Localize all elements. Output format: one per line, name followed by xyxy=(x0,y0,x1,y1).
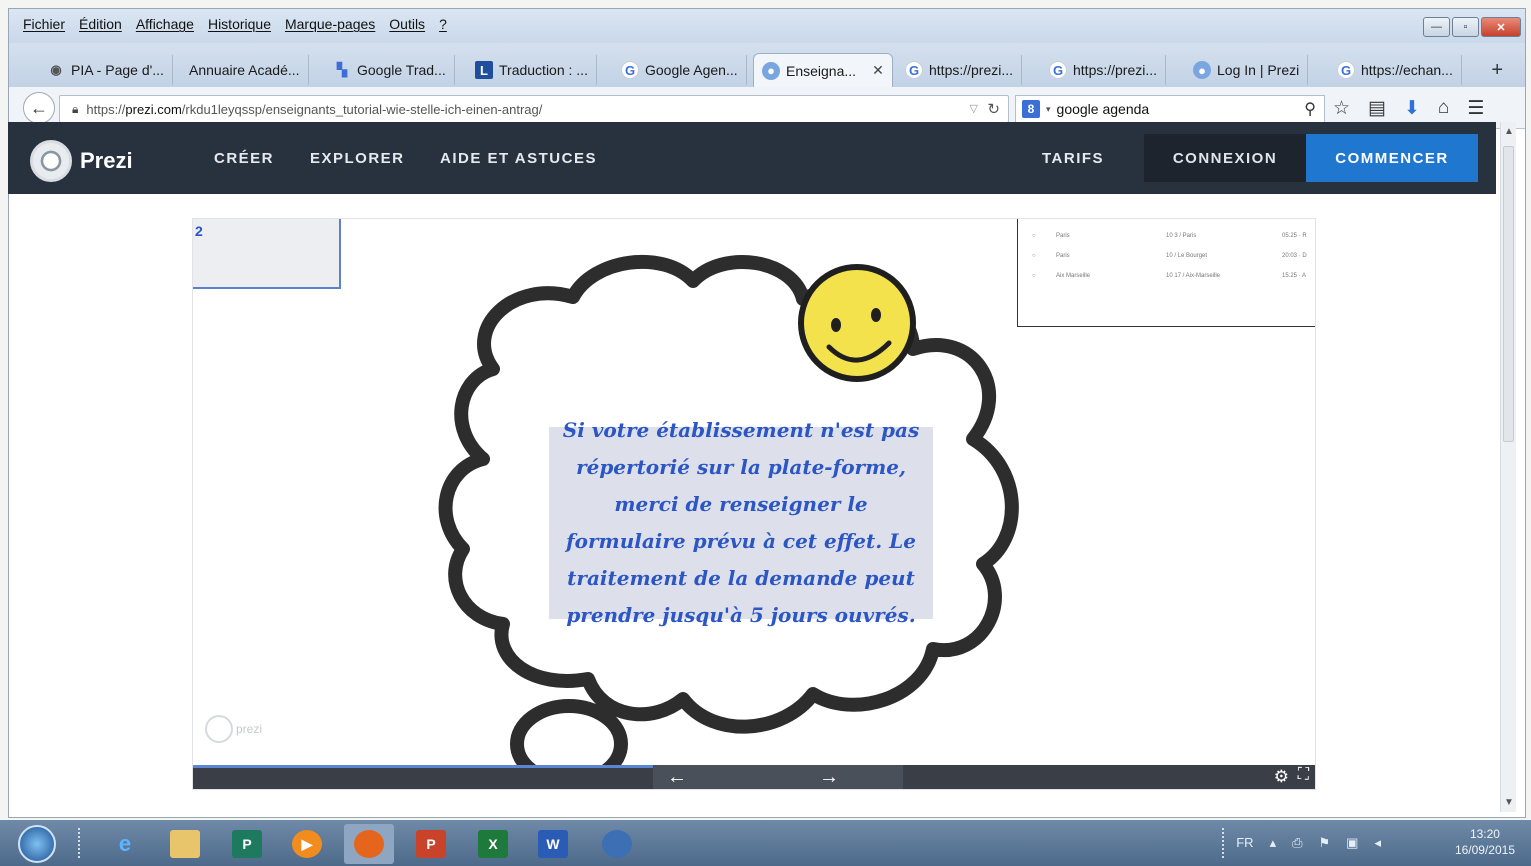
scroll-up-icon[interactable]: ▲ xyxy=(1504,126,1514,137)
presentation-controls: ← → ⚙ ⛶ xyxy=(193,765,1315,789)
start-button[interactable] xyxy=(18,825,56,863)
close-tab-icon[interactable]: ✕ xyxy=(872,62,884,79)
google-icon: G xyxy=(1337,61,1355,79)
connexion-button[interactable]: CONNEXION xyxy=(1144,134,1306,182)
translate-icon: ▚ xyxy=(337,62,347,77)
url-prefix: https:// xyxy=(86,101,126,117)
taskbar-ie-icon[interactable]: e xyxy=(100,824,150,864)
next-step-button[interactable]: → xyxy=(819,766,839,789)
home-icon[interactable]: ⌂ xyxy=(1438,97,1449,120)
l-icon: L xyxy=(475,61,493,79)
taskbar-explorer-icon[interactable] xyxy=(160,824,210,864)
commencer-button[interactable]: COMMENCER xyxy=(1306,134,1478,182)
new-tab-icon[interactable]: + xyxy=(1491,59,1503,82)
menu-outils[interactable]: Outils xyxy=(389,16,425,32)
nav-aide-et-astuces[interactable]: AIDE ET ASTUCES xyxy=(440,150,597,167)
google-icon: G xyxy=(905,61,923,79)
prezi-logo-icon xyxy=(30,140,72,182)
fullscreen-icon[interactable]: ⛶ xyxy=(1298,766,1309,784)
nav-tarifs[interactable]: TARIFS xyxy=(1042,150,1104,167)
scroll-down-icon[interactable]: ▼ xyxy=(1504,797,1514,808)
nav-explorer[interactable]: EXPLORER xyxy=(310,150,405,167)
menu-marque-pages[interactable]: Marque-pages xyxy=(285,16,375,32)
search-icon[interactable]: ⚲ xyxy=(1304,99,1316,119)
download-icon[interactable]: ⬇ xyxy=(1404,97,1420,120)
taskbar-word-icon[interactable]: W xyxy=(528,824,578,864)
url-path: /rkdu1leyqssp/enseignants_tutorial-wie-s… xyxy=(181,101,543,117)
tab-login-prezi[interactable]: ● Log In | Prezi xyxy=(1185,55,1309,85)
tray-grip xyxy=(1222,828,1228,858)
printer-icon[interactable]: ⎙ xyxy=(1292,835,1302,851)
prezi-icon: ● xyxy=(762,61,780,80)
maximize-button[interactable]: ▫ xyxy=(1452,17,1479,37)
system-clock[interactable]: 13:20 16/09/2015 xyxy=(1455,826,1515,858)
previous-step-button[interactable]: ← xyxy=(667,766,687,789)
volume-icon[interactable]: ◂ xyxy=(1374,835,1381,851)
prezi-watermark-icon xyxy=(205,715,233,743)
google-icon: G xyxy=(1049,61,1067,79)
tab-traduction[interactable]: L Traduction : ... xyxy=(467,55,597,85)
tab-bar: ◉ PIA - Page d'... Annuaire Acadé... ▚ Goo… xyxy=(9,43,1525,87)
ie-label: e xyxy=(118,831,132,856)
flag-icon[interactable]: ⚑ xyxy=(1319,835,1331,851)
taskbar-publisher-icon[interactable]: P xyxy=(222,824,272,864)
scrollbar-thumb[interactable] xyxy=(1503,146,1514,442)
globe-icon: ◉ xyxy=(50,62,62,77)
google-icon: G xyxy=(621,61,639,79)
minimize-button[interactable]: — xyxy=(1423,17,1450,37)
prezi-watermark: prezi xyxy=(205,715,262,743)
prezi-canvas[interactable]: 2 ○ Paris 10 3 / Paris 05:25 · R ○ Paris 10 /… xyxy=(192,218,1316,790)
lock-icon: 🔒︎ xyxy=(72,101,79,116)
tray-expand-icon[interactable]: ▴ xyxy=(1270,835,1277,851)
menu-fichier[interactable]: Fichier xyxy=(23,16,65,32)
page-scrollbar[interactable]: ▲ ▼ xyxy=(1500,122,1516,812)
taskbar-thunderbird-icon[interactable] xyxy=(592,824,642,864)
tab-pia[interactable]: ◉ PIA - Page d'... xyxy=(39,55,173,85)
menu-bar: Fichier Édition Affichage Historique Mar… xyxy=(9,9,1525,43)
prezi-header: Prezi CRÉER EXPLORER AIDE ET ASTUCES TAR… xyxy=(8,122,1496,194)
search-engine-icon[interactable]: 8 xyxy=(1022,100,1040,118)
prezi-logo[interactable]: Prezi xyxy=(30,140,133,182)
taskbar-grip xyxy=(78,828,84,858)
tab-echan[interactable]: Ghttps://echan... xyxy=(1329,55,1462,85)
menu-edition[interactable]: Édition xyxy=(79,16,122,32)
clock-date: 16/09/2015 xyxy=(1454,843,1515,857)
search-value: google agenda xyxy=(1056,101,1150,117)
tab-prezi-1[interactable]: Ghttps://prezi... xyxy=(897,55,1023,85)
close-window-button[interactable]: ✕ xyxy=(1481,17,1521,37)
hamburger-menu-icon[interactable]: ☰ xyxy=(1467,97,1484,120)
taskbar-media-player-icon[interactable]: ▶ xyxy=(282,824,332,864)
search-field[interactable]: 8 ▾ google agenda ⚲ xyxy=(1015,95,1325,123)
nav-creer[interactable]: CRÉER xyxy=(214,150,274,167)
language-indicator[interactable]: FR xyxy=(1236,835,1253,851)
tab-google-trad[interactable]: ▚ Google Trad... xyxy=(325,55,455,85)
taskbar-powerpoint-icon[interactable]: P xyxy=(406,824,456,864)
tab-google-agenda[interactable]: G Google Agen... xyxy=(613,55,747,85)
cloud-message-text: Si votre établissement n'est pas réperto… xyxy=(549,418,933,627)
engine-dropdown-icon[interactable]: ▾ xyxy=(1046,104,1051,115)
url-bar[interactable]: 🔒︎ https://prezi.com/rkdu1leyqssp/enseig… xyxy=(59,95,1009,123)
smiley-icon xyxy=(798,264,916,382)
bookmark-star-icon[interactable]: ☆ xyxy=(1333,97,1350,120)
controls-center xyxy=(653,765,903,789)
url-dropdown-icon[interactable]: ▽ xyxy=(970,102,978,115)
taskbar-firefox-icon[interactable] xyxy=(344,824,394,864)
settings-gear-icon[interactable]: ⚙ xyxy=(1274,767,1289,787)
taskbar-excel-icon[interactable]: X xyxy=(468,824,518,864)
back-button[interactable]: ← xyxy=(23,92,55,124)
tab-enseignants[interactable]: ● Enseigna... ✕ xyxy=(753,53,893,87)
menu-affichage[interactable]: Affichage xyxy=(136,16,194,32)
windows-taskbar: e P ▶ P X W FR ▴ ⎙ ⚑ ▣ ◂ 13:20 16/09/201… xyxy=(0,820,1531,866)
prezi-icon: ● xyxy=(1193,61,1211,79)
menu-help[interactable]: ? xyxy=(439,16,447,32)
network-icon[interactable]: ▣ xyxy=(1346,835,1358,851)
clock-time: 13:20 xyxy=(1469,827,1500,841)
reload-icon[interactable]: ↻ xyxy=(987,100,1000,118)
reading-list-icon[interactable]: ▤ xyxy=(1368,97,1386,120)
tab-prezi-2[interactable]: Ghttps://prezi... xyxy=(1041,55,1167,85)
system-tray: FR ▴ ⎙ ⚑ ▣ ◂ xyxy=(1236,835,1381,851)
url-domain: prezi.com xyxy=(125,101,182,117)
menu-historique[interactable]: Historique xyxy=(208,16,271,32)
tab-annuaire[interactable]: Annuaire Acadé... xyxy=(181,55,309,85)
